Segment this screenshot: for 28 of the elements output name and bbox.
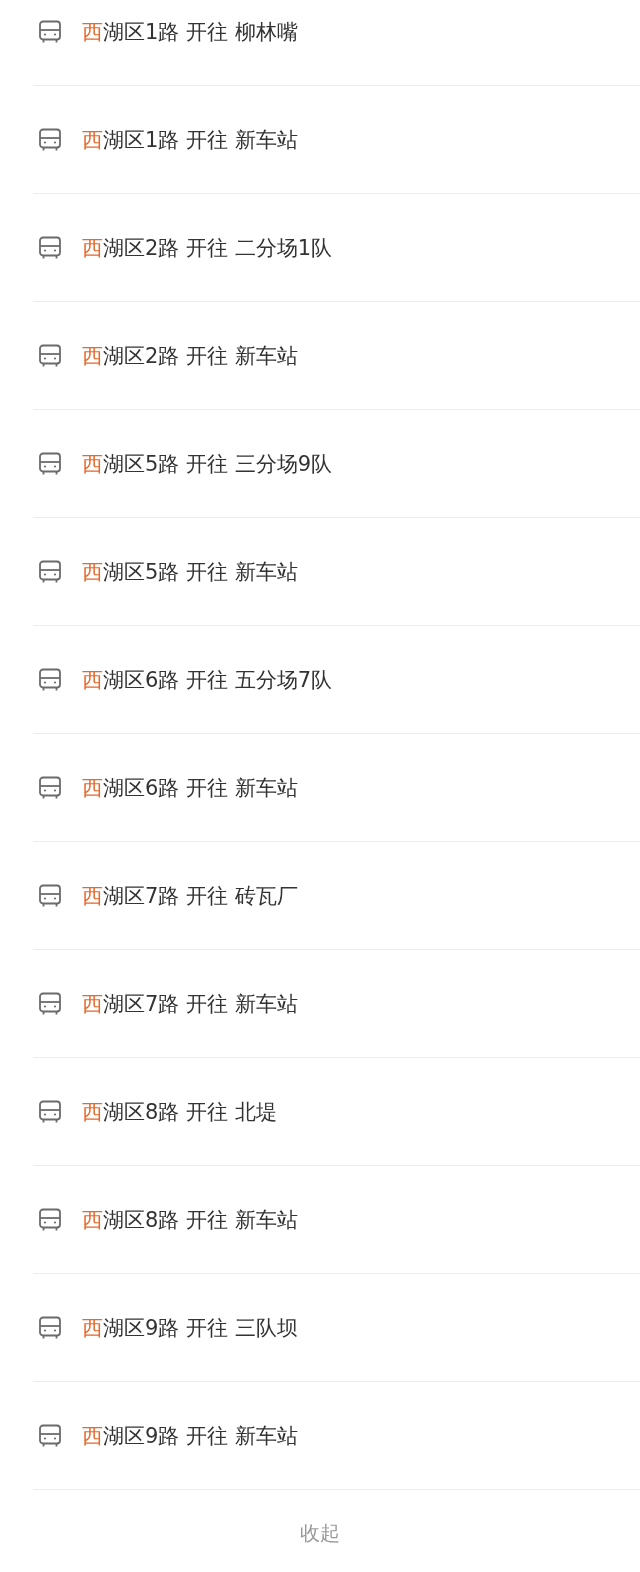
bus-icon bbox=[38, 883, 62, 908]
bus-icon bbox=[38, 1423, 62, 1448]
bus-icon bbox=[38, 1207, 62, 1232]
route-item[interactable]: 西湖区8路 开往 新车站 bbox=[82, 1205, 298, 1234]
bus-icon bbox=[38, 343, 62, 368]
route-item[interactable]: 西湖区6路 开往 新车站 bbox=[82, 773, 298, 802]
bus-icon bbox=[38, 19, 62, 44]
route-item[interactable]: 西湖区7路 开往 砖瓦厂 bbox=[82, 881, 298, 910]
route-item[interactable]: 西湖区7路 开往 新车站 bbox=[82, 989, 298, 1018]
bus-icon bbox=[38, 451, 62, 476]
route-item[interactable]: 西湖区2路 开往 新车站 bbox=[82, 341, 298, 370]
route-item[interactable]: 西湖区5路 开往 三分场9队 bbox=[82, 449, 333, 478]
bus-icon bbox=[38, 127, 62, 152]
bus-icon bbox=[38, 991, 62, 1016]
route-item[interactable]: 西湖区1路 开往 柳林嘴 bbox=[82, 17, 298, 46]
bus-icon bbox=[38, 559, 62, 584]
bus-icon bbox=[38, 667, 62, 692]
route-item[interactable]: 西湖区2路 开往 二分场1队 bbox=[82, 233, 333, 262]
route-item[interactable]: 西湖区8路 开往 北堤 bbox=[82, 1097, 277, 1126]
bus-icon bbox=[38, 775, 62, 800]
route-item[interactable]: 西湖区9路 开往 新车站 bbox=[82, 1421, 298, 1450]
route-item[interactable]: 西湖区5路 开往 新车站 bbox=[82, 557, 298, 586]
bus-icon bbox=[38, 235, 62, 260]
bus-icon bbox=[38, 1099, 62, 1124]
bus-icon bbox=[38, 1315, 62, 1340]
route-item[interactable]: 西湖区9路 开往 三队坝 bbox=[82, 1313, 298, 1342]
route-item[interactable]: 西湖区1路 开往 新车站 bbox=[82, 125, 298, 154]
route-item[interactable]: 西湖区6路 开往 五分场7队 bbox=[82, 665, 333, 694]
